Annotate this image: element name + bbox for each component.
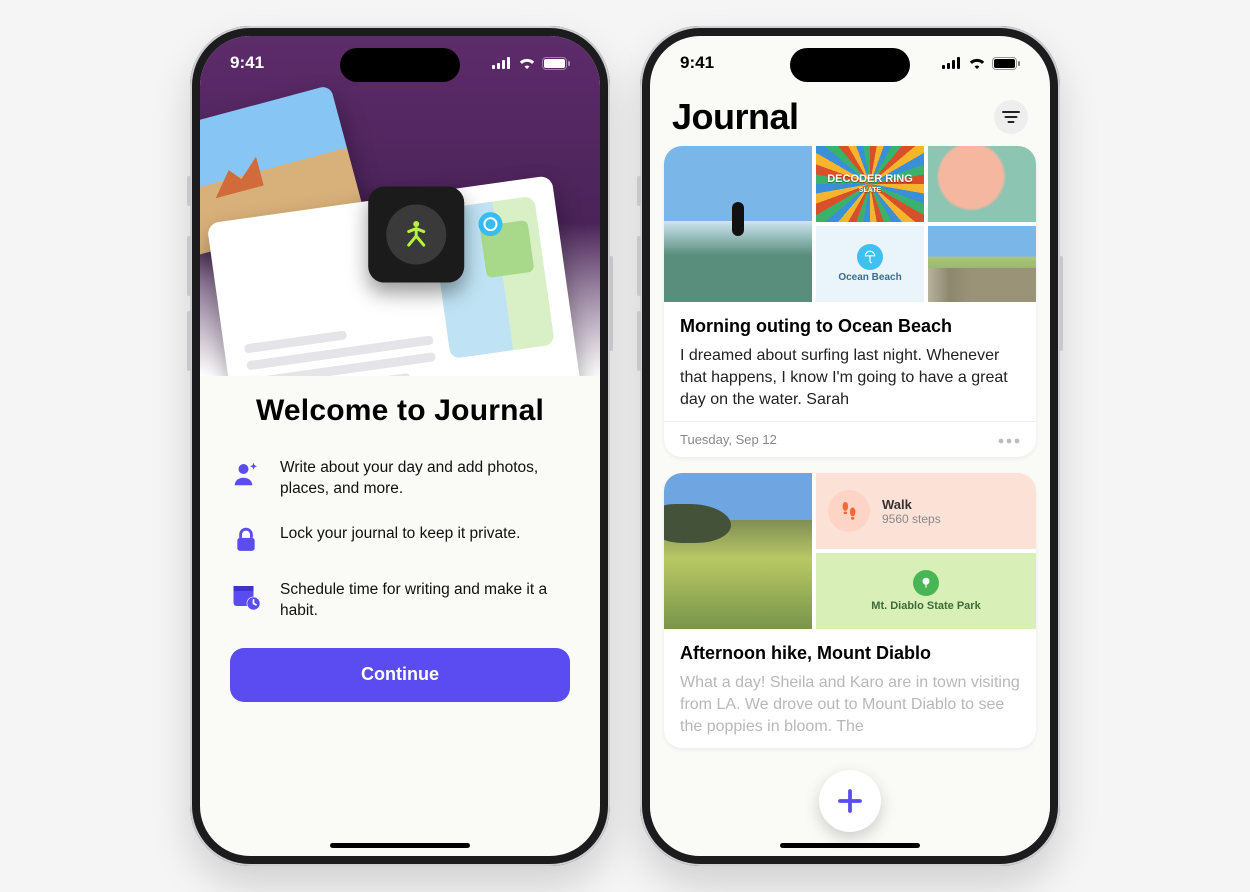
home-indicator[interactable]: [780, 843, 920, 848]
marketing-stage: 9:41: [0, 0, 1250, 892]
plus-icon: [835, 786, 865, 816]
photo-coastline[interactable]: [928, 226, 1036, 302]
feature-schedule: Schedule time for writing and make it a …: [230, 580, 570, 622]
cellular-icon: [492, 57, 512, 69]
walk-label: Walk: [882, 497, 941, 512]
status-time: 9:41: [230, 53, 264, 73]
entry-more-button[interactable]: [998, 432, 1020, 447]
page-title: Journal: [672, 96, 799, 138]
battery-icon: [992, 57, 1020, 70]
feature-text: Lock your journal to keep it private.: [280, 524, 520, 545]
walk-steps: 9560 steps: [882, 512, 941, 526]
status-time: 9:41: [680, 53, 714, 73]
battery-icon: [542, 57, 570, 70]
iphone-frame-onboarding: 9:41: [190, 26, 610, 866]
continue-button[interactable]: Continue: [230, 648, 570, 702]
fitness-walk[interactable]: Walk 9560 steps: [816, 473, 1036, 549]
dynamic-island: [790, 48, 910, 82]
entry-title: Morning outing to Ocean Beach: [680, 316, 1020, 337]
location-ocean-beach[interactable]: Ocean Beach: [816, 226, 924, 302]
photo-ocean-surfer[interactable]: [664, 146, 812, 302]
calendar-clock-icon: [230, 580, 262, 612]
location-mt-diablo[interactable]: Mt. Diablo State Park: [816, 553, 1036, 629]
entry-title: Afternoon hike, Mount Diablo: [680, 643, 1020, 664]
podcast-decoder-ring[interactable]: DECODER RING SLATE: [816, 146, 924, 222]
person-sparkle-icon: [230, 458, 262, 490]
feature-write: Write about your day and add photos, pla…: [230, 458, 570, 500]
hero-fitness-tile: [368, 187, 464, 283]
tree-pin-icon: [913, 570, 939, 596]
feature-text: Write about your day and add photos, pla…: [280, 458, 570, 500]
wifi-icon: [968, 57, 986, 69]
entry-date: Tuesday, Sep 12: [680, 432, 777, 447]
umbrella-pin-icon: [857, 244, 883, 270]
lock-icon: [230, 524, 262, 556]
yoga-icon: [398, 217, 434, 253]
onboarding-content: Welcome to Journal Write about your day …: [200, 376, 600, 722]
photo-shell[interactable]: [928, 146, 1036, 222]
filter-lines-icon: [1002, 111, 1020, 123]
journal-entry[interactable]: Walk 9560 steps Mt. Diablo State Park: [664, 473, 1036, 748]
footsteps-icon: [828, 490, 870, 532]
feature-text: Schedule time for writing and make it a …: [280, 580, 570, 622]
feature-lock: Lock your journal to keep it private.: [230, 524, 570, 556]
entry-media-grid: Walk 9560 steps Mt. Diablo State Park: [664, 473, 1036, 629]
entry-media-grid: DECODER RING SLATE Ocean Beach: [664, 146, 1036, 302]
dynamic-island: [340, 48, 460, 82]
cellular-icon: [942, 57, 962, 69]
filter-button[interactable]: [994, 100, 1028, 134]
onboarding-title: Welcome to Journal: [230, 394, 570, 428]
more-icon: [998, 438, 1020, 444]
iphone-frame-journal: 9:41 Journal: [640, 26, 1060, 866]
entry-body: I dreamed about surfing last night. When…: [680, 345, 1020, 411]
wifi-icon: [518, 57, 536, 69]
photo-mountain-meadow[interactable]: [664, 473, 812, 629]
compose-button[interactable]: [819, 770, 881, 832]
home-indicator[interactable]: [330, 843, 470, 848]
entry-body: What a day! Sheila and Karo are in town …: [680, 672, 1020, 738]
journal-entry[interactable]: DECODER RING SLATE Ocean Beach: [664, 146, 1036, 457]
journal-scroll[interactable]: DECODER RING SLATE Ocean Beach: [650, 146, 1050, 856]
